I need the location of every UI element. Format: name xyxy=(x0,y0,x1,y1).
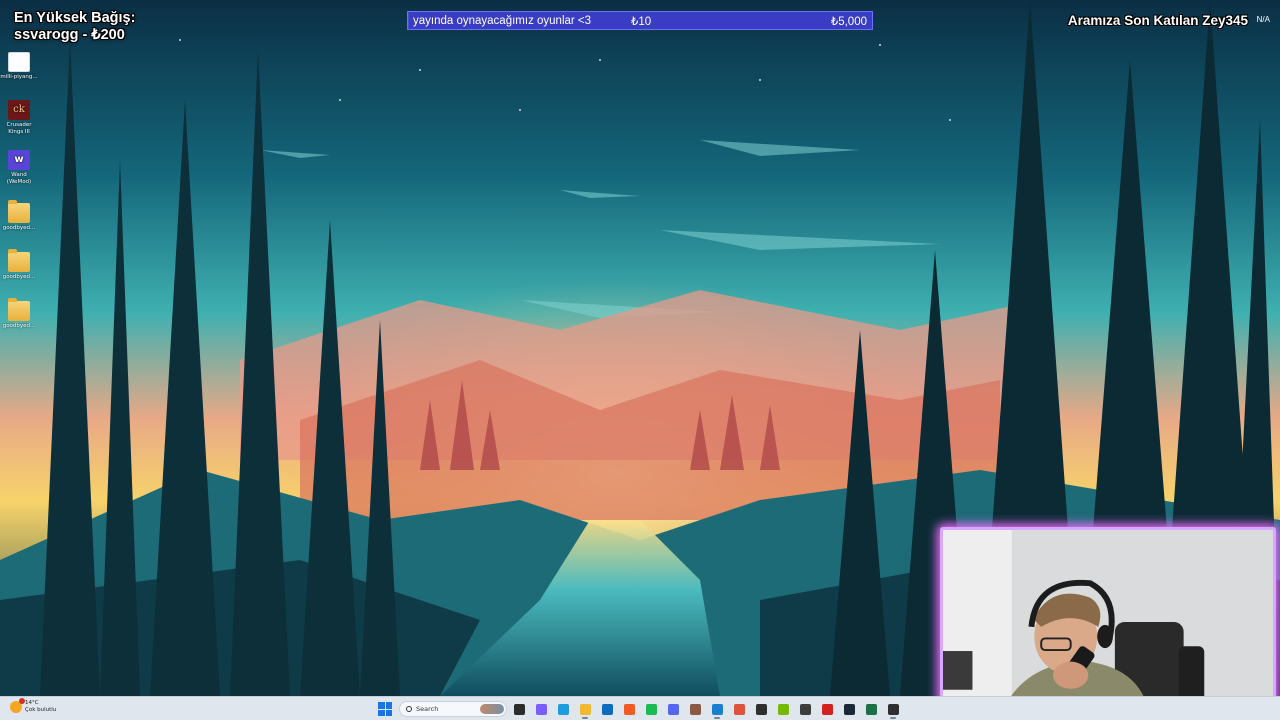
taskbar-search-box[interactable]: Search xyxy=(399,701,507,717)
weather-temperature: 14°C xyxy=(25,700,39,706)
folder-icon xyxy=(8,298,30,321)
latest-member-suffix: N/A xyxy=(1256,15,1270,24)
brave-icon xyxy=(623,703,635,715)
record-icon xyxy=(821,703,833,715)
webcam-overlay xyxy=(940,527,1276,716)
desktop-icon-label: milli-piyang... xyxy=(0,74,38,80)
taskbar-app-button[interactable] xyxy=(620,700,638,718)
excel-icon xyxy=(865,703,877,715)
taskbar-app-button[interactable] xyxy=(576,700,594,719)
wand-icon: w xyxy=(8,150,30,170)
edge-icon xyxy=(557,703,569,715)
steam-icon xyxy=(843,703,855,715)
desktop-icon-label: Wand (WeMod) xyxy=(6,172,32,185)
discord-icon xyxy=(667,703,679,715)
taskbar-center: Search xyxy=(378,699,902,719)
milli-piyango-app-icon xyxy=(8,52,30,72)
taskbar-app-button[interactable] xyxy=(598,700,616,718)
taskbar-app-button[interactable] xyxy=(708,700,726,719)
desktop-icon-label: Crusader Kings III xyxy=(6,122,32,135)
desktop-icon-folder[interactable]: goodbyed... xyxy=(0,200,38,232)
top-donation-overlay: En Yüksek Bağış: ssvarogg - ₺200 xyxy=(14,10,135,44)
desktop-icon-label: goodbyed... xyxy=(2,225,36,231)
folder-icon xyxy=(8,200,30,223)
desktop-icon-milli-piyango[interactable]: milli-piyang... xyxy=(0,52,38,81)
donation-goal-bar: yayında oynayacağımız oyunlar <3 ₺10 ₺5,… xyxy=(407,11,873,30)
taskbar-app-button[interactable] xyxy=(686,700,704,718)
donation-goal-fill xyxy=(408,12,409,29)
taskbar-app-button[interactable] xyxy=(510,700,528,718)
taskbar-app-button[interactable] xyxy=(884,700,902,719)
nvidia-icon xyxy=(777,703,789,715)
taskbar: 14°C Çok bulutlu Search xyxy=(0,696,1280,720)
weather-alert-icon xyxy=(19,698,25,704)
crusader-kings-icon: ck xyxy=(8,100,30,120)
top-donation-donor: ssvarogg - ₺200 xyxy=(14,27,125,43)
taskbar-app-button[interactable] xyxy=(554,700,572,718)
taskbar-app-button[interactable] xyxy=(532,700,550,718)
top-donation-heading: En Yüksek Bağış: xyxy=(14,10,136,26)
webcam-feed xyxy=(943,530,1273,713)
windows-start-icon[interactable] xyxy=(378,702,392,716)
search-highlight-icon xyxy=(480,704,504,714)
streaming-app-icon xyxy=(733,703,745,715)
desktop-icon-label: goodbyed... xyxy=(2,323,36,329)
chat-app-icon xyxy=(689,703,701,715)
terminal-icon xyxy=(755,703,767,715)
media-player-icon xyxy=(799,703,811,715)
taskbar-app-button[interactable] xyxy=(796,700,814,718)
desktop-icon-folder[interactable]: goodbyed... xyxy=(0,249,38,281)
taskbar-app-button[interactable] xyxy=(840,700,858,718)
taskbar-app-button[interactable] xyxy=(774,700,792,718)
taskbar-pinned-apps xyxy=(510,700,902,719)
weather-condition: Çok bulutlu xyxy=(25,707,57,713)
taskbar-app-button[interactable] xyxy=(642,700,660,718)
file-explorer-icon xyxy=(579,703,591,715)
taskbar-app-button[interactable] xyxy=(664,700,682,718)
weather-cloud-icon xyxy=(10,698,25,713)
donation-goal-current: ₺10 xyxy=(631,15,652,28)
donation-goal-title: yayında oynayacağımız oyunlar <3 xyxy=(413,14,592,27)
taskbar-app-button[interactable] xyxy=(862,700,880,718)
folder-icon xyxy=(8,249,30,272)
task-view-icon xyxy=(513,703,525,715)
copilot-icon xyxy=(535,703,547,715)
outlook-icon xyxy=(601,703,613,715)
taskbar-app-button[interactable] xyxy=(730,700,748,718)
donation-goal-target: ₺5,000 xyxy=(830,15,867,28)
weather-widget[interactable]: 14°C Çok bulutlu xyxy=(10,698,57,714)
search-placeholder: Search xyxy=(416,705,439,713)
taskbar-app-button[interactable] xyxy=(818,700,836,718)
spotify-icon xyxy=(645,703,657,715)
latest-member-overlay: Aramıza Son Katılan Zey345 xyxy=(1067,13,1248,28)
obs-icon xyxy=(887,703,899,715)
desktop-icon-label: goodbyed... xyxy=(2,274,36,280)
desktop-icon-wand[interactable]: w Wand (WeMod) xyxy=(0,150,38,186)
desktop-icon-folder[interactable]: goodbyed... xyxy=(0,298,38,330)
desktop-icon-crusader-kings[interactable]: ck Crusader Kings III xyxy=(0,100,38,136)
search-icon xyxy=(406,706,412,712)
taskbar-app-button[interactable] xyxy=(752,700,770,718)
vscode-icon xyxy=(711,703,723,715)
